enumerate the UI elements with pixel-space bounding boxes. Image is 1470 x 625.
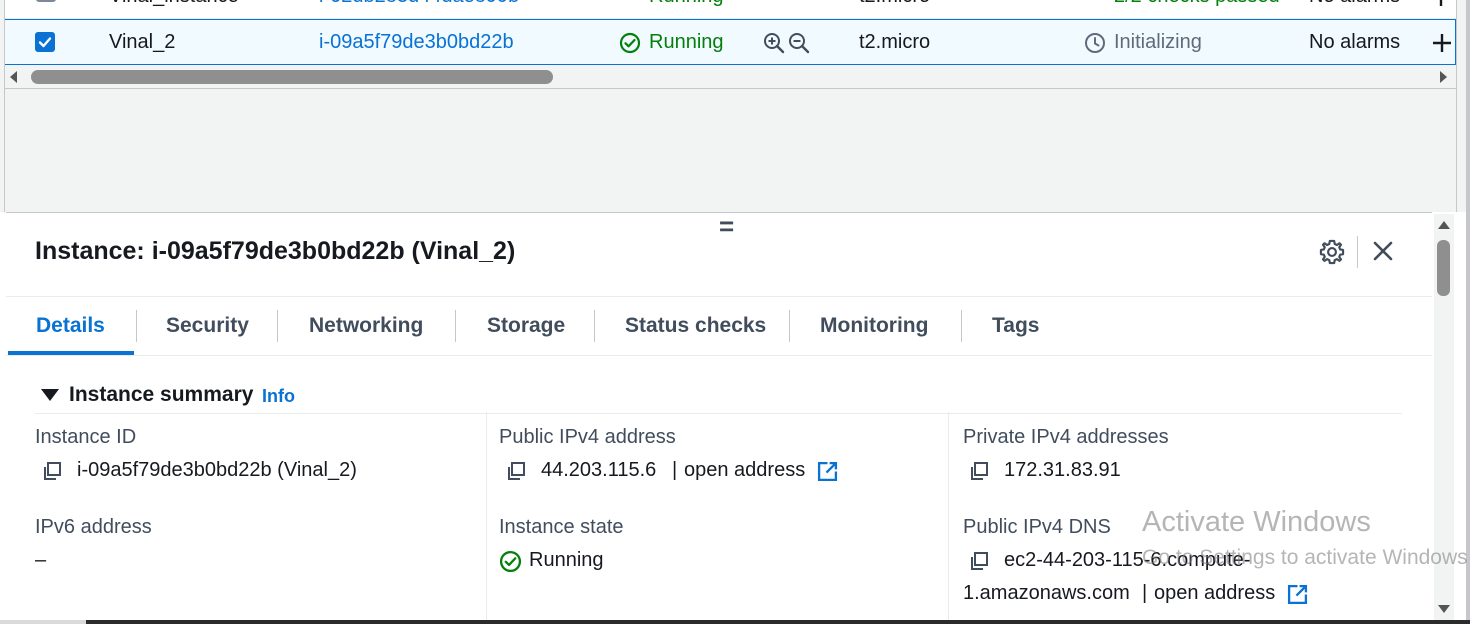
instance-id-link[interactable]: i-09a5f79de3b0bd22b [319,30,514,54]
alarm-status: No alarms [1309,0,1400,8]
copy-icon[interactable] [969,551,989,571]
scroll-left-icon[interactable] [10,71,17,83]
link-separator: | [672,459,678,481]
copy-icon[interactable] [42,461,62,481]
instance-id-link[interactable]: i-02db283d44dae899b [319,0,519,8]
private-ipv4-label: Private IPv4 addresses [963,426,1169,448]
watermark-title: Activate Windows [1142,506,1371,538]
check-circle-icon [619,32,641,54]
copy-icon[interactable] [506,461,526,481]
tab-divider [277,310,278,342]
header-divider [1357,236,1358,268]
instance-state: Running [649,31,724,53]
tab-divider [455,310,456,342]
table-border [1456,0,1457,212]
instance-state-value: Running [529,549,604,571]
close-icon[interactable] [1372,240,1394,262]
section-title[interactable]: Instance summary [69,383,253,407]
instance-state: Running [649,0,724,8]
active-tab-indicator [8,351,134,355]
section-divider [35,413,1402,414]
tab-networking[interactable]: Networking [309,314,423,338]
tabs-bottom-border [6,355,1432,356]
tab-security[interactable]: Security [166,314,249,338]
tabs-top-border [6,296,1432,297]
zoom-out-icon[interactable] [788,32,810,54]
tab-divider [961,310,962,342]
tab-divider [789,310,790,342]
scroll-up-icon[interactable] [1438,221,1450,229]
add-alarm-icon[interactable] [1430,0,1452,8]
info-link[interactable]: Info [262,386,295,407]
taskbar-edge-light [0,620,86,624]
external-link-icon[interactable] [817,461,838,482]
external-link-icon[interactable] [1287,584,1308,605]
status-check: 2/2 checks passed [1114,0,1280,8]
tab-divider [594,310,595,342]
copy-icon[interactable] [969,461,989,481]
public-dns-value-continued: 1.amazonaws.com [963,582,1130,604]
instance-id-value: i-09a5f79de3b0bd22b (Vinal_2) [77,459,357,481]
row-checkbox[interactable] [36,0,56,2]
tab-tags[interactable]: Tags [992,314,1039,338]
private-ipv4-value: 172.31.83.91 [1004,459,1121,481]
instance-name: Vinal_2 [109,31,176,53]
instances-table-area: Vinal_instance i-02db283d44dae899b Runni… [0,0,1470,212]
horizontal-scroll-thumb[interactable] [31,70,553,84]
checkmark-icon [38,37,52,48]
tab-monitoring[interactable]: Monitoring [820,314,928,338]
table-border [4,0,5,212]
table-row-selected[interactable]: Vinal_2 i-09a5f79de3b0bd22b Running t2.m… [4,19,1456,65]
ipv6-value: – [35,549,47,571]
column-divider [948,412,949,624]
window-edge [1466,0,1470,624]
add-alarm-icon[interactable] [1431,32,1453,54]
open-address-link[interactable]: open address [684,459,805,482]
ipv6-label: IPv6 address [35,516,152,538]
instance-id-label: Instance ID [35,426,137,448]
tab-status-checks[interactable]: Status checks [625,314,766,338]
scroll-right-icon[interactable] [1440,71,1447,83]
instance-type: t2.micro [859,0,930,8]
caret-down-icon[interactable] [41,389,59,401]
public-ipv4-label: Public IPv4 address [499,426,676,448]
panel-title: Instance: i-09a5f79de3b0bd22b (Vinal_2) [35,237,516,265]
tab-details[interactable]: Details [36,314,105,338]
instance-state-label: Instance state [499,516,624,538]
gear-icon[interactable] [1319,239,1345,265]
link-separator: | [1142,582,1148,604]
row-checkbox-checked[interactable] [35,32,55,52]
instance-type: t2.micro [859,31,931,53]
tab-storage[interactable]: Storage [487,314,565,338]
scroll-down-icon[interactable] [1438,605,1450,613]
tab-divider [136,310,137,342]
vertical-scroll-thumb[interactable] [1437,240,1450,296]
table-row[interactable]: Vinal_instance i-02db283d44dae899b Runni… [4,0,1456,19]
resize-handle[interactable]: = [719,213,734,239]
public-ipv4-value: 44.203.115.6 [541,459,657,481]
public-dns-label: Public IPv4 DNS [963,516,1111,538]
column-divider [486,412,487,624]
watermark-subtitle: Go to Settings to activate Windows. [1142,546,1468,569]
clock-icon [1085,33,1105,53]
check-circle-icon [499,550,522,573]
zoom-in-icon[interactable] [763,32,785,54]
instance-name: Vinal_instance [109,0,239,8]
alarm-status: No alarms [1309,31,1401,53]
open-address-link[interactable]: open address [1154,582,1275,605]
taskbar-edge [0,620,1470,624]
status-check: Initializing [1114,31,1202,53]
